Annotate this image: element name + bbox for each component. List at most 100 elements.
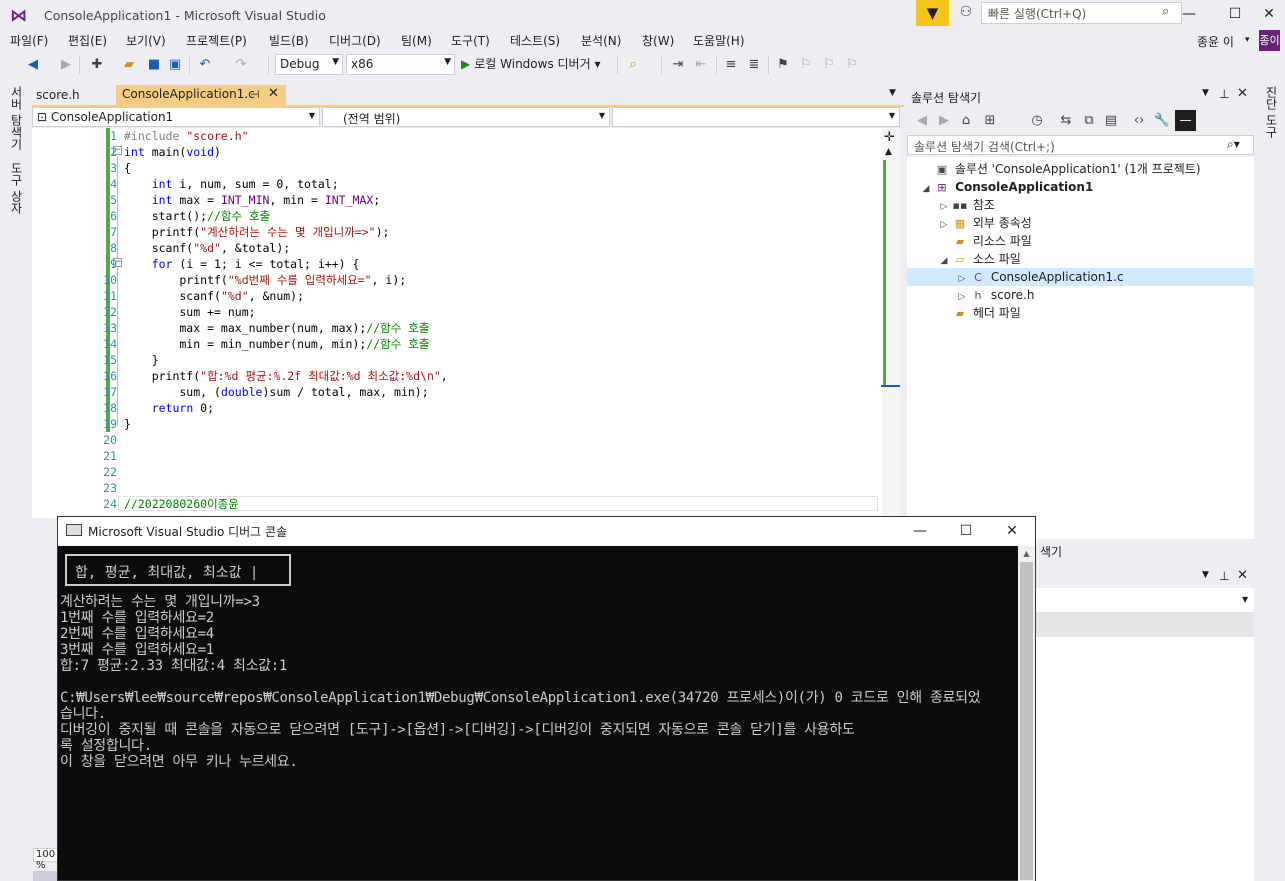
- user-name[interactable]: 종윤 이: [1197, 33, 1234, 50]
- scroll-up-icon[interactable]: ▲: [1018, 547, 1035, 561]
- start-debugging-button[interactable]: ▶ 로컬 Windows 디버거 ▾: [461, 55, 600, 72]
- menu-window[interactable]: 창(W): [642, 32, 674, 49]
- menu-team[interactable]: 팀(M): [401, 32, 432, 49]
- indent-icon[interactable]: ⇥: [669, 56, 687, 74]
- next-bookmark-icon[interactable]: ⚐: [820, 56, 838, 74]
- menu-help[interactable]: 도움말(H): [693, 32, 745, 49]
- tree-items: ▣ 솔루션 'ConsoleApplication1' (1개 프로젝트) ◢ ⊞ …: [907, 160, 1254, 340]
- quick-launch-input[interactable]: 빠른 실행(Ctrl+Q): [981, 2, 1182, 24]
- home-icon[interactable]: ⌂: [957, 112, 975, 130]
- close-icon[interactable]: ✕: [268, 86, 279, 101]
- open-file-icon[interactable]: ▰: [120, 56, 138, 74]
- show-all-files-icon[interactable]: ▤: [1102, 112, 1120, 130]
- tree-item[interactable]: ▷ ▦ 외부 종속성: [937, 214, 1032, 232]
- tree-item[interactable]: ▰ 리소스 파일: [937, 232, 1032, 250]
- toolbox-tab[interactable]: 도구 상자: [8, 162, 25, 214]
- output-tab[interactable]: [33, 871, 57, 881]
- menu-build[interactable]: 빌드(B): [269, 32, 309, 49]
- scrollbar-caret-marker: [881, 385, 900, 387]
- prev-bookmark-icon[interactable]: ⚐: [797, 56, 815, 74]
- split-icon[interactable]: ✛: [884, 130, 895, 145]
- properties-selected-row[interactable]: [1036, 612, 1254, 637]
- switch-views-icon[interactable]: ⊞: [981, 112, 999, 130]
- uncomment-icon[interactable]: ≣: [745, 56, 763, 74]
- back-icon[interactable]: ◀: [24, 56, 42, 74]
- menu-project[interactable]: 프로젝트(P): [186, 32, 247, 49]
- chevron-down-icon[interactable]: ▼: [1242, 595, 1248, 604]
- collapse-all-icon[interactable]: ⧉: [1080, 112, 1098, 130]
- close-button[interactable]: ✕: [1254, 2, 1284, 26]
- console-close-button[interactable]: ✕: [989, 518, 1035, 545]
- sync-icon[interactable]: ⇆: [1057, 112, 1075, 130]
- undo-icon[interactable]: ↶: [196, 56, 214, 74]
- tree-item[interactable]: ▰ 헤더 파일: [937, 304, 1021, 322]
- menu-file[interactable]: 파일(F): [10, 32, 48, 49]
- menu-view[interactable]: 보기(V): [126, 32, 166, 49]
- console-maximize-button[interactable]: ☐: [943, 518, 989, 545]
- menu-edit[interactable]: 편집(E): [68, 32, 107, 49]
- forward-icon[interactable]: ▶: [57, 56, 75, 74]
- preview-icon[interactable]: —: [1175, 110, 1196, 131]
- maximize-button[interactable]: ☐: [1220, 2, 1250, 26]
- chevron-down-icon[interactable]: ▼: [889, 88, 896, 98]
- save-icon[interactable]: ■: [145, 56, 163, 74]
- tree-item[interactable]: ▣ 솔루션 'ConsoleApplication1' (1개 프로젝트): [919, 160, 1201, 178]
- pin-icon[interactable]: ⊥: [1219, 87, 1229, 101]
- outdent-icon[interactable]: ⇤: [692, 56, 710, 74]
- tree-item[interactable]: ▷ h score.h: [955, 286, 1035, 304]
- save-all-icon[interactable]: ▣: [166, 56, 184, 74]
- tab-score-h[interactable]: score.h: [32, 86, 116, 105]
- avatar[interactable]: 종이: [1259, 30, 1280, 51]
- notification-filter-icon[interactable]: ▼: [916, 0, 949, 26]
- menu-analyze[interactable]: 분석(N): [581, 32, 621, 49]
- menu-test[interactable]: 테스트(S): [510, 32, 560, 49]
- properties-icon[interactable]: 🔧: [1153, 112, 1171, 130]
- tree-item[interactable]: ◢ ⊞ ConsoleApplication1: [919, 178, 1094, 198]
- view-code-icon[interactable]: ‹›: [1130, 112, 1148, 130]
- forward-icon[interactable]: ▶: [935, 112, 953, 130]
- project-nav-select[interactable]: ⊡ ConsoleApplication1 ▼: [32, 107, 320, 127]
- find-in-files-icon[interactable]: ⌕: [624, 56, 642, 74]
- minimize-button[interactable]: —: [1174, 2, 1204, 26]
- tree-item-label: 소스 파일: [969, 252, 1021, 266]
- redo-icon[interactable]: ↷: [232, 56, 250, 74]
- menu-debug[interactable]: 디버그(D): [329, 32, 381, 49]
- close-icon[interactable]: ✕: [1237, 568, 1248, 583]
- expanded-arrow-icon[interactable]: ◢: [937, 252, 951, 270]
- pin-icon[interactable]: ⊣: [250, 88, 260, 101]
- pin-icon[interactable]: ⊥: [1219, 569, 1229, 583]
- feedback-icon[interactable]: ⚇: [956, 4, 976, 24]
- console-scrollbar-thumb[interactable]: [1020, 562, 1033, 880]
- code-token: max =: [172, 193, 221, 207]
- chevron-down-icon[interactable]: ▾: [1245, 35, 1250, 45]
- console-minimize-button[interactable]: —: [897, 518, 943, 545]
- scroll-up-icon[interactable]: ▲: [885, 147, 892, 157]
- back-icon[interactable]: ◀: [913, 112, 931, 130]
- platform-select[interactable]: x86 ▼: [346, 54, 455, 75]
- configuration-select[interactable]: Debug ▼: [275, 54, 343, 75]
- close-icon[interactable]: ✕: [1237, 86, 1248, 101]
- server-explorer-tab[interactable]: 서버 탐색기: [8, 86, 25, 150]
- expanded-arrow-icon[interactable]: ◢: [919, 180, 933, 198]
- member-nav-select[interactable]: ▼: [612, 107, 900, 127]
- solution-explorer-tab[interactable]: 색기: [1036, 541, 1255, 561]
- code-text: printf("합:%d 평균:%.2f 최대값:%d 최소값:%d\n",: [124, 368, 448, 384]
- toolbar-separator: [617, 56, 618, 74]
- tree-item[interactable]: ▷ ▪▪ 참조: [937, 196, 995, 214]
- new-project-icon[interactable]: ✚: [88, 56, 106, 74]
- scope-nav-select[interactable]: (전역 범위) ▼: [322, 107, 610, 127]
- tab-consoleapplication1-c[interactable]: ConsoleApplication1.c: [116, 85, 286, 105]
- diagnostics-tab[interactable]: 진단 도구: [1263, 86, 1280, 138]
- chevron-down-icon[interactable]: ▼: [1202, 570, 1209, 580]
- tree-item-label: score.h: [987, 288, 1035, 302]
- tree-item[interactable]: ▷ C ConsoleApplication1.c: [955, 268, 1124, 286]
- comment-icon[interactable]: ≡: [722, 56, 740, 74]
- chevron-down-icon[interactable]: ▼: [1202, 88, 1209, 98]
- menu-tools[interactable]: 도구(T): [451, 32, 490, 49]
- bookmark-icon[interactable]: ⚑: [774, 56, 792, 74]
- clear-bookmarks-icon[interactable]: ⚐: [843, 56, 861, 74]
- solution-search-input[interactable]: 솔루션 탐색기 검색(Ctrl+;): [907, 135, 1254, 155]
- pending-changes-icon[interactable]: ◷: [1028, 112, 1046, 130]
- tree-item-label: 헤더 파일: [969, 306, 1021, 320]
- tree-item[interactable]: ◢ ▱ 소스 파일: [937, 250, 1021, 268]
